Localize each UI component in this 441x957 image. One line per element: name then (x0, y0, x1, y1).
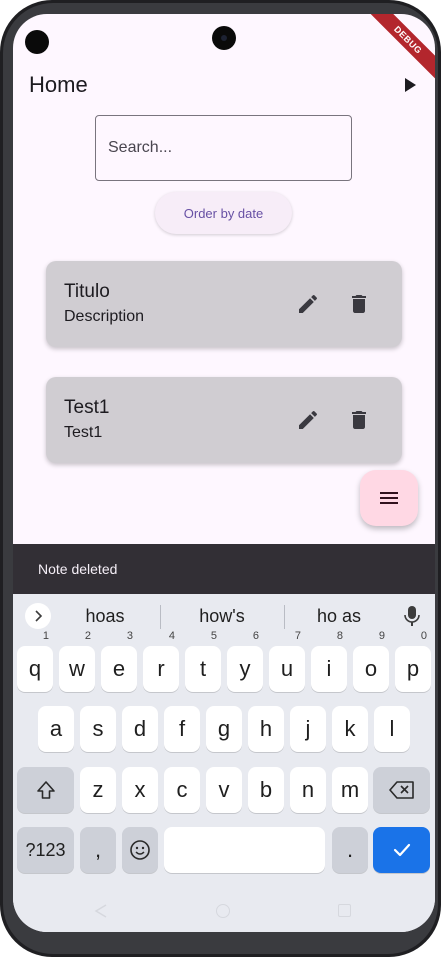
shift-key[interactable] (17, 767, 74, 813)
front-camera-icon (212, 26, 236, 50)
key-j[interactable]: j (290, 706, 326, 752)
note-description: Test1 (64, 424, 103, 441)
snackbar-message: Note deleted (38, 561, 118, 577)
key-l[interactable]: l (374, 706, 410, 752)
key-c[interactable]: c (164, 767, 200, 813)
microphone-icon[interactable] (404, 605, 420, 627)
key-p[interactable]: p0 (395, 631, 431, 692)
search-input[interactable] (108, 136, 338, 160)
key-d[interactable]: d (122, 706, 158, 752)
suggestion-item[interactable]: ho as (294, 606, 384, 627)
back-icon[interactable] (93, 904, 109, 918)
space-key[interactable] (164, 827, 325, 873)
key-h[interactable]: h (248, 706, 284, 752)
home-icon[interactable] (216, 904, 230, 918)
snackbar: Note deleted (13, 544, 435, 594)
menu-fab-button[interactable] (360, 470, 418, 526)
comma-key[interactable]: , (80, 827, 116, 873)
debug-banner: DEBUG (363, 14, 435, 85)
note-card[interactable]: Titulo Description (46, 261, 402, 347)
key-o[interactable]: o9 (353, 631, 389, 692)
note-card[interactable]: Test1 Test1 (46, 377, 402, 463)
key-t[interactable]: t5 (185, 631, 221, 692)
backspace-icon (388, 781, 414, 799)
enter-key[interactable] (373, 827, 430, 873)
play-icon[interactable] (401, 76, 419, 94)
suggestion-divider (284, 605, 285, 629)
shift-arrow-icon (36, 781, 55, 799)
key-y[interactable]: y6 (227, 631, 263, 692)
edit-icon[interactable] (296, 292, 320, 316)
recent-apps-icon[interactable] (338, 904, 351, 917)
delete-icon[interactable] (347, 408, 371, 432)
app-screen: DEBUG Home Order by date Titulo Descript… (13, 14, 435, 932)
soft-keyboard: hoas how's ho as q1 w2 e3 r4 t5 y6 u7 i8… (13, 594, 435, 890)
symbols-key[interactable]: ?123 (17, 827, 74, 873)
key-u[interactable]: u7 (269, 631, 305, 692)
backspace-key[interactable] (373, 767, 430, 813)
edit-icon[interactable] (296, 408, 320, 432)
key-i[interactable]: i8 (311, 631, 347, 692)
device-frame: DEBUG Home Order by date Titulo Descript… (0, 0, 441, 957)
key-b[interactable]: b (248, 767, 284, 813)
emoji-icon (130, 840, 150, 860)
suggestion-item[interactable]: how's (177, 606, 267, 627)
key-k[interactable]: k (332, 706, 368, 752)
key-v[interactable]: v (206, 767, 242, 813)
key-a[interactable]: a (38, 706, 74, 752)
note-title: Titulo (64, 281, 110, 302)
key-q[interactable]: q1 (17, 631, 53, 692)
note-title: Test1 (64, 397, 110, 418)
suggestion-item[interactable]: hoas (60, 606, 150, 627)
checkmark-icon (393, 843, 410, 857)
search-field[interactable] (95, 115, 352, 181)
page-title: Home (29, 72, 88, 97)
key-w[interactable]: w2 (59, 631, 95, 692)
emoji-key[interactable] (122, 827, 158, 873)
menu-icon (380, 492, 398, 504)
suggestion-expand-button[interactable] (25, 603, 51, 629)
note-description: Description (64, 308, 145, 325)
camera-cutout-icon (25, 30, 49, 54)
key-e[interactable]: e3 (101, 631, 137, 692)
system-nav-bar (13, 890, 435, 932)
period-key[interactable]: . (332, 827, 368, 873)
order-by-date-button[interactable]: Order by date (155, 192, 292, 234)
key-f[interactable]: f (164, 706, 200, 752)
key-s[interactable]: s (80, 706, 116, 752)
delete-icon[interactable] (347, 292, 371, 316)
key-x[interactable]: x (122, 767, 158, 813)
key-n[interactable]: n (290, 767, 326, 813)
suggestion-divider (160, 605, 161, 629)
chevron-right-icon (35, 610, 43, 622)
key-z[interactable]: z (80, 767, 116, 813)
key-m[interactable]: m (332, 767, 368, 813)
key-r[interactable]: r4 (143, 631, 179, 692)
key-g[interactable]: g (206, 706, 242, 752)
